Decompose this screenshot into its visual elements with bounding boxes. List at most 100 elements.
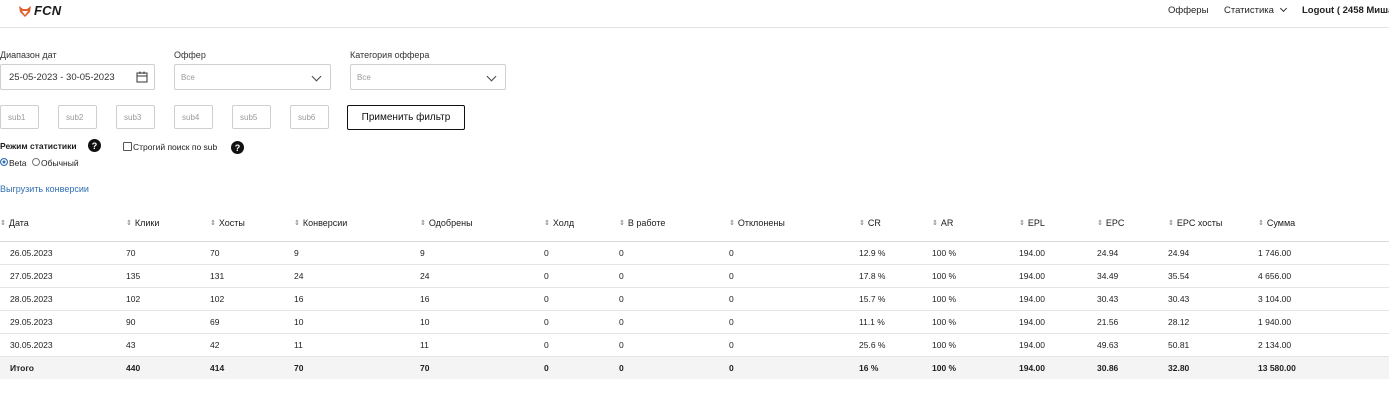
table-cell: 2 134.00 (1258, 333, 1389, 357)
help-icon[interactable]: ? (88, 139, 101, 152)
table-cell: 131 (210, 264, 294, 288)
category-select[interactable]: Все (350, 64, 506, 90)
nav-offers[interactable]: Офферы (1168, 5, 1208, 16)
table-row: 29.05.2023 90 69 10 10 0 0 0 11.1 % 100 % 194.00 21… (0, 310, 1389, 334)
table-cell: 24 (294, 264, 420, 288)
table-cell: 27.05.2023 (0, 264, 126, 288)
chevron-down-icon (1279, 4, 1287, 13)
table-cell: 15.7 % (859, 287, 932, 311)
mode-beta-label: Beta (9, 158, 27, 168)
table-cell: 10 (420, 310, 544, 334)
sub5-input[interactable]: sub5 (232, 105, 271, 129)
table-cell: 90 (126, 310, 210, 334)
table-cell: 440 (126, 356, 210, 379)
table-cell: 11 (294, 333, 420, 357)
table-cell: 30.43 (1097, 287, 1168, 311)
table-cell: 0 (729, 333, 859, 357)
category-label: Категория оффера (350, 50, 430, 60)
sub4-input[interactable]: sub4 (174, 105, 213, 129)
table-cell: 194.00 (1019, 310, 1097, 334)
category-select-value: Все (357, 72, 371, 82)
offer-label: Оффер (174, 50, 206, 60)
table-cell: 42 (210, 333, 294, 357)
table-cell: 0 (729, 241, 859, 265)
sort-icon: ⇕ (544, 219, 550, 227)
table-cell: 70 (294, 356, 420, 379)
date-range-input[interactable]: 25-05-2023 - 30-05-2023 (0, 64, 155, 90)
table-cell: 0 (729, 264, 859, 288)
col-hold-header[interactable]: ⇕ Холд (544, 204, 619, 242)
col-ar-header[interactable]: ⇕ AR (932, 204, 1019, 242)
col-in-progress-header[interactable]: ⇕ В работе (619, 204, 729, 242)
col-cr-header[interactable]: ⇕ CR (859, 204, 932, 242)
sub3-input[interactable]: sub3 (116, 105, 155, 129)
mode-beta-radio[interactable] (0, 158, 8, 166)
fox-logo-icon (19, 5, 31, 17)
col-conversions-header[interactable]: ⇕ Конверсии (294, 204, 420, 242)
table-cell: 34.49 (1097, 264, 1168, 288)
table-cell: 0 (729, 287, 859, 311)
nav-statistics[interactable]: Статистика (1224, 4, 1287, 16)
table-header-row: ⇕ Дата ⇕ Клики ⇕ Хосты ⇕ Конверсии ⇕ Одобрены… (0, 204, 1389, 242)
logo[interactable]: FCN (18, 3, 61, 18)
table-cell: 50.81 (1168, 333, 1258, 357)
table-cell: 28.12 (1168, 310, 1258, 334)
col-label: Отклонены (737, 217, 785, 228)
col-label: Дата (8, 217, 29, 228)
table-cell: 100 % (932, 333, 1019, 357)
sort-icon: ⇕ (859, 219, 865, 227)
help-icon[interactable]: ? (231, 141, 244, 154)
strict-search-checkbox[interactable] (123, 142, 132, 151)
table-cell: 26.05.2023 (0, 241, 126, 265)
mode-normal-radio[interactable] (32, 158, 40, 166)
table-cell: 21.56 (1097, 310, 1168, 334)
table-cell: 0 (619, 356, 729, 379)
table-cell: 4 656.00 (1258, 264, 1389, 288)
table-cell: 70 (420, 356, 544, 379)
col-epc-header[interactable]: ⇕ EPC (1097, 204, 1168, 242)
table-cell: 24 (420, 264, 544, 288)
col-label: EPC (1105, 217, 1125, 228)
table-cell: 0 (544, 287, 619, 311)
sub6-input[interactable]: sub6 (290, 105, 329, 129)
col-label: В работе (627, 217, 666, 228)
sort-icon: ⇕ (1258, 219, 1264, 227)
col-epl-header[interactable]: ⇕ EPL (1019, 204, 1097, 242)
col-label: EPL (1027, 217, 1045, 228)
export-conversions-link[interactable]: Выгрузить конверсии (0, 184, 89, 194)
col-epc-hosts-header[interactable]: ⇕ EPC хосты (1168, 204, 1258, 242)
sort-icon: ⇕ (0, 219, 6, 227)
sort-icon: ⇕ (619, 219, 625, 227)
table-row: 26.05.2023 70 70 9 9 0 0 0 12.9 % 100 % 194.00 24.9… (0, 241, 1389, 265)
sub6-placeholder: sub6 (298, 112, 316, 122)
col-date-header[interactable]: ⇕ Дата (0, 204, 126, 242)
table-cell: 0 (544, 264, 619, 288)
offer-select[interactable]: Все (174, 64, 331, 90)
sort-icon: ⇕ (729, 219, 735, 227)
apply-filter-button[interactable]: Применить фильтр (347, 105, 465, 130)
table-cell: 16 % (859, 356, 932, 379)
table-cell: 16 (294, 287, 420, 311)
col-hosts-header[interactable]: ⇕ Хосты (210, 204, 294, 242)
col-label: Холд (552, 217, 575, 228)
col-clicks-header[interactable]: ⇕ Клики (126, 204, 210, 242)
sub2-input[interactable]: sub2 (58, 105, 97, 129)
table-cell: 16 (420, 287, 544, 311)
col-approved-header[interactable]: ⇕ Одобрены (420, 204, 544, 242)
table-cell: 13 580.00 (1258, 356, 1389, 379)
table-cell: 9 (294, 241, 420, 265)
table-cell: 0 (729, 310, 859, 334)
sub1-input[interactable]: sub1 (0, 105, 39, 129)
sort-icon: ⇕ (210, 219, 216, 227)
logout-link[interactable]: Logout ( 2458 Миша) (1302, 5, 1389, 16)
col-sum-header[interactable]: ⇕ Сумма (1258, 204, 1389, 242)
stats-table: ⇕ Дата ⇕ Клики ⇕ Хосты ⇕ Конверсии ⇕ Одобрены… (0, 204, 1389, 379)
sub5-placeholder: sub5 (240, 112, 258, 122)
table-cell: 100 % (932, 241, 1019, 265)
table-cell: 28.05.2023 (0, 287, 126, 311)
table-cell: 12.9 % (859, 241, 932, 265)
col-rejected-header[interactable]: ⇕ Отклонены (729, 204, 859, 242)
sort-icon: ⇕ (126, 219, 132, 227)
table-cell: 11 (420, 333, 544, 357)
table-cell: 32.80 (1168, 356, 1258, 379)
